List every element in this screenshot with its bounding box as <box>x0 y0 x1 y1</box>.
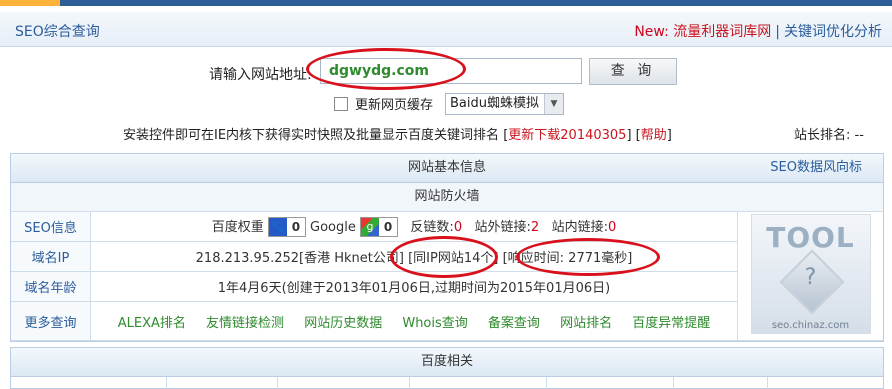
page-title: SEO综合查询 <box>15 24 100 40</box>
help-link[interactable]: 帮助 <box>641 128 667 143</box>
ip-text: 218.213.95.252[香港 Hknet公司] <box>195 251 404 266</box>
inlinks-value[interactable]: 0 <box>608 220 616 235</box>
plugin-notice: 安装控件即可在IE内核下获得实时快照及批量显示百度关键词排名 [更新下载2014… <box>123 128 672 143</box>
notice-row: 安装控件即可在IE内核下获得实时快照及批量显示百度关键词排名 [更新下载2014… <box>0 122 892 143</box>
site-history-link[interactable]: 网站历史数据 <box>304 316 382 331</box>
url-highlight-ring <box>306 48 466 90</box>
column-divider <box>767 377 768 389</box>
keyword-analysis-link[interactable]: 关键词优化分析 <box>784 24 882 40</box>
backlinks-value[interactable]: 0 <box>454 220 462 235</box>
more-query-key: 更多查询 <box>11 301 91 341</box>
download-link[interactable]: 更新下载20140305 <box>508 128 626 143</box>
refresh-cache-checkbox[interactable] <box>334 97 348 111</box>
baidu-paw-icon: 🐾 <box>268 218 287 237</box>
header-links: New: 流量利器词库网 | 关键词优化分析 <box>634 21 882 41</box>
column-divider <box>546 377 547 389</box>
whois-link[interactable]: Whois查询 <box>402 316 467 331</box>
response-highlight-ring <box>516 238 660 276</box>
baidu-weight-badge[interactable]: 🐾 0 <box>267 217 306 238</box>
same-ip-highlight-ring <box>390 236 498 278</box>
refresh-cache-label: 更新网页缓存 <box>355 98 434 113</box>
header-separator: | <box>775 24 780 40</box>
question-mark-icon: ? <box>804 265 817 290</box>
chinaz-tool-logo[interactable]: TOOL ? seo.chinaz.com <box>750 214 871 334</box>
tool-logo-cell: TOOL ? seo.chinaz.com <box>737 212 883 341</box>
google-label: Google <box>310 219 356 235</box>
keyword-library-link[interactable]: 流量利器词库网 <box>673 24 771 40</box>
logo-site: seo.chinaz.com <box>771 320 850 331</box>
basic-info-header: 网站基本信息 SEO数据风向标 <box>11 154 883 183</box>
spider-select-value: Baidu蜘蛛模拟 <box>450 96 539 111</box>
new-label: New: <box>634 24 669 40</box>
site-rank-link[interactable]: 网站排名 <box>560 316 612 331</box>
domain-age-key: 域名年龄 <box>11 271 91 302</box>
page-header: SEO综合查询 New: 流量利器词库网 | 关键词优化分析 <box>0 12 892 47</box>
domain-ip-key: 域名IP <box>11 241 91 272</box>
basic-info-title: 网站基本信息 <box>407 160 486 175</box>
column-divider <box>409 377 410 389</box>
more-query-links: ALEXA排名 友情链接检测 网站历史数据 Whois查询 备案查询 网站排名 … <box>90 301 738 341</box>
chevron-down-icon: ▼ <box>544 94 563 114</box>
webmaster-rank: 站长排名: -- <box>794 128 864 143</box>
firewall-row: 网站防火墙 <box>11 183 883 212</box>
friend-link-check-link[interactable]: 友情链接检测 <box>206 316 284 331</box>
alexa-rank-link[interactable]: ALEXA排名 <box>118 316 186 331</box>
inlinks-label: 站内链接: <box>551 219 608 235</box>
baidu-related-columns <box>11 377 883 389</box>
column-divider <box>277 377 278 389</box>
backlinks-label: 反链数: <box>410 219 454 235</box>
outlinks-value[interactable]: 2 <box>531 220 539 235</box>
options-row: 更新网页缓存 Baidu蜘蛛模拟 ▼ <box>0 92 892 116</box>
top-bar-accent <box>0 0 60 6</box>
column-divider <box>166 377 167 389</box>
google-icon: g <box>361 218 380 237</box>
seo-trend-link[interactable]: SEO数据风向标 <box>770 154 862 182</box>
spider-select[interactable]: Baidu蜘蛛模拟 ▼ <box>445 93 564 115</box>
google-pr-value: 0 <box>383 220 393 235</box>
outlinks-label: 站外链接: <box>474 219 531 235</box>
domain-age: 1年4月6天 <box>217 281 282 296</box>
baidu-alert-link[interactable]: 百度异常提醒 <box>632 316 710 331</box>
baidu-related-title: 百度相关 <box>420 354 473 369</box>
baidu-related-header: 百度相关 <box>11 348 883 377</box>
seo-info-value: 百度权重 🐾 0 Google g0 反链数:0 站外链接:2 站内链接:0 <box>90 212 738 242</box>
query-button[interactable]: 查 询 <box>589 58 677 85</box>
firewall-label: 网站防火墙 <box>414 189 480 204</box>
domain-age-value: 1年4月6天(创建于2013年01月06日,过期时间为2015年01月06日) <box>90 271 738 302</box>
seo-info-key: SEO信息 <box>11 212 91 242</box>
top-bar <box>0 0 892 6</box>
baidu-weight-value: 0 <box>291 220 301 235</box>
baidu-related-panel: 百度相关 <box>10 347 884 389</box>
column-divider <box>673 377 674 389</box>
plugin-notice-text: 安装控件即可在IE内核下获得实时快照及批量显示百度关键词排名 <box>123 128 500 143</box>
google-pr-badge[interactable]: g0 <box>360 217 399 238</box>
baidu-weight-label: 百度权重 <box>211 219 264 235</box>
domain-age-detail: (创建于2013年01月06日,过期时间为2015年01月06日) <box>281 281 611 296</box>
icp-record-link[interactable]: 备案查询 <box>488 316 540 331</box>
url-label: 请输入网站地址: <box>209 67 312 83</box>
